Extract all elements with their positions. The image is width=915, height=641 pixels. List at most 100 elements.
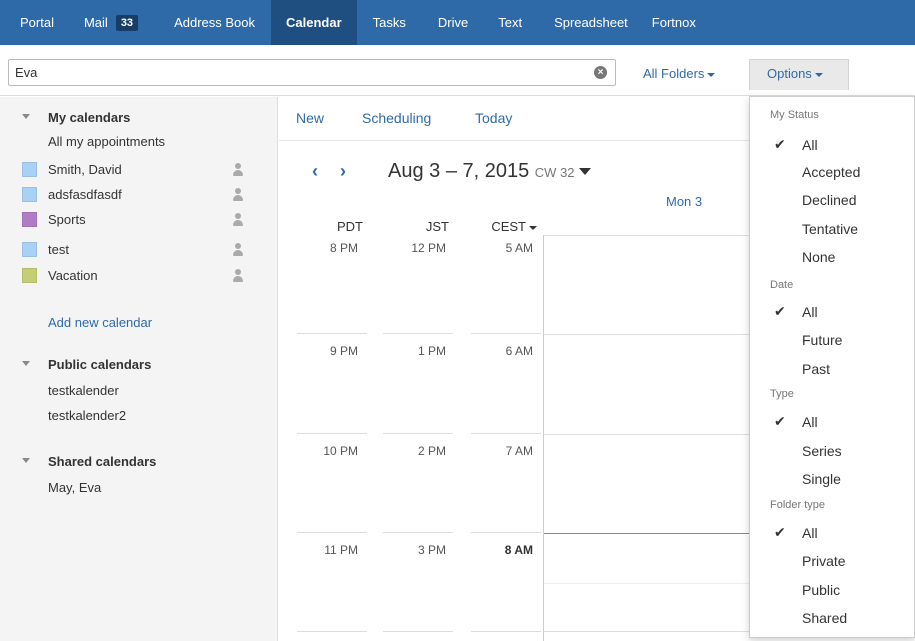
time-label: 7 AM <box>505 444 533 458</box>
row-divider <box>297 433 367 434</box>
row-divider <box>297 631 367 632</box>
menu-item-label: Past <box>802 361 831 377</box>
chevron-left-icon[interactable]: ‹ <box>312 161 318 182</box>
dropdown-group-title: Folder type <box>770 499 826 511</box>
menu-item-past[interactable]: Past <box>750 357 914 381</box>
checkmark-icon: ✔ <box>774 136 786 152</box>
calendar-item[interactable]: Sports <box>22 211 262 229</box>
public-calendars-title: Public calendars <box>48 357 152 372</box>
menu-item-shared[interactable]: Shared <box>750 606 914 630</box>
menu-item-label: All <box>802 304 818 320</box>
row-divider <box>383 333 453 334</box>
menu-item-tentative[interactable]: Tentative <box>750 217 914 241</box>
timezone-selector[interactable]: CEST <box>477 219 537 234</box>
menu-item-future[interactable]: Future <box>750 328 914 352</box>
calendar-name: test <box>48 242 69 257</box>
nav-spreadsheet[interactable]: Spreadsheet <box>536 0 646 45</box>
row-divider <box>471 433 541 434</box>
nav-text[interactable]: Text <box>484 0 536 45</box>
calendar-color-swatch <box>22 162 37 177</box>
shared-calendars-header[interactable]: Shared calendars <box>22 454 156 469</box>
public-calendar-item[interactable]: testkalender <box>48 383 119 398</box>
new-appointment-button[interactable]: New <box>296 110 324 126</box>
nav-calendar[interactable]: Calendar <box>271 0 357 45</box>
top-navigation-bar: Portal Mail 33 Address Book Calendar Tas… <box>0 0 915 45</box>
menu-item-label: Future <box>802 332 843 348</box>
menu-item-label: All <box>802 414 818 430</box>
calendar-color-swatch <box>22 268 37 283</box>
menu-item-private[interactable]: Private <box>750 549 914 573</box>
day-header[interactable]: Mon 3 <box>666 194 702 209</box>
my-calendars-header[interactable]: My calendars <box>22 110 130 125</box>
time-label: 9 PM <box>329 344 358 358</box>
options-label: Options <box>767 66 812 81</box>
calendar-week-label: CW 32 <box>534 165 575 180</box>
menu-item-type-all[interactable]: ✔ All <box>750 410 914 434</box>
nav-portal[interactable]: Portal <box>0 0 70 45</box>
my-calendars-title: My calendars <box>48 110 131 125</box>
search-row: × All Folders Options <box>0 45 915 96</box>
options-button[interactable]: Options <box>749 59 849 90</box>
row-divider <box>471 333 541 334</box>
collapse-triangle-icon <box>22 114 30 119</box>
time-label: 10 PM <box>323 444 358 458</box>
menu-item-status-all[interactable]: ✔ All <box>750 133 914 157</box>
timezone-header: PDT <box>337 219 363 234</box>
caret-down-icon <box>529 225 537 230</box>
person-icon <box>232 213 244 226</box>
caret-down-icon <box>578 168 591 176</box>
person-icon <box>232 188 244 201</box>
time-label: 11 PM <box>324 543 358 557</box>
public-calendar-item[interactable]: testkalender2 <box>48 408 126 423</box>
calendar-item[interactable]: test <box>22 241 262 259</box>
timezone-label: CEST <box>491 219 526 234</box>
menu-item-folder-all[interactable]: ✔ All <box>750 521 914 545</box>
search-input[interactable] <box>15 65 575 80</box>
caret-down-icon <box>814 72 823 77</box>
calendar-color-swatch <box>22 187 37 202</box>
shared-calendar-item[interactable]: May, Eva <box>48 480 101 495</box>
menu-item-label: Declined <box>802 192 857 208</box>
nav-drive[interactable]: Drive <box>422 0 484 45</box>
menu-item-declined[interactable]: Declined <box>750 188 914 212</box>
menu-item-label: All <box>802 137 818 153</box>
person-icon <box>232 163 244 176</box>
time-label: 6 AM <box>505 344 533 358</box>
menu-item-single[interactable]: Single <box>750 467 914 491</box>
add-new-calendar-link[interactable]: Add new calendar <box>48 315 152 330</box>
menu-item-label: Shared <box>802 610 848 626</box>
nav-fortnox[interactable]: Fortnox <box>646 0 702 45</box>
all-folders-dropdown[interactable]: All Folders <box>643 66 716 81</box>
nav-tasks[interactable]: Tasks <box>357 0 422 45</box>
chevron-right-icon[interactable]: › <box>340 161 346 182</box>
clear-circle-icon[interactable]: × <box>594 66 607 79</box>
time-label: 12 PM <box>411 241 446 255</box>
menu-item-none[interactable]: None <box>750 245 914 269</box>
scheduling-button[interactable]: Scheduling <box>362 110 431 126</box>
public-calendars-header[interactable]: Public calendars <box>22 357 151 372</box>
menu-item-label: Tentative <box>802 221 859 237</box>
dropdown-group-title: Type <box>770 388 794 400</box>
menu-item-accepted[interactable]: Accepted <box>750 160 914 184</box>
calendar-name: adsfasdfasdf <box>48 187 122 202</box>
menu-item-public[interactable]: Public <box>750 578 914 602</box>
checkmark-icon: ✔ <box>774 413 786 429</box>
calendar-item[interactable]: adsfasdfasdf <box>22 186 262 204</box>
calendar-item[interactable]: Smith, David <box>22 161 262 179</box>
today-button[interactable]: Today <box>475 110 512 126</box>
menu-item-series[interactable]: Series <box>750 439 914 463</box>
row-divider <box>383 532 453 533</box>
date-range-selector[interactable]: Aug 3 – 7, 2015 CW 32 <box>388 160 591 183</box>
search-box: × <box>8 59 616 86</box>
shared-calendars-title: Shared calendars <box>48 454 157 469</box>
all-my-appointments[interactable]: All my appointments <box>48 134 165 149</box>
nav-address-book[interactable]: Address Book <box>154 0 271 45</box>
menu-item-label: None <box>802 249 836 265</box>
nav-mail-label: Mail <box>83 15 108 30</box>
menu-item-date-all[interactable]: ✔ All <box>750 300 914 324</box>
person-icon <box>232 269 244 282</box>
calendar-color-swatch <box>22 212 37 227</box>
calendar-name: Smith, David <box>48 162 122 177</box>
nav-mail[interactable]: Mail 33 <box>70 0 154 45</box>
calendar-item[interactable]: Vacation <box>22 267 262 285</box>
